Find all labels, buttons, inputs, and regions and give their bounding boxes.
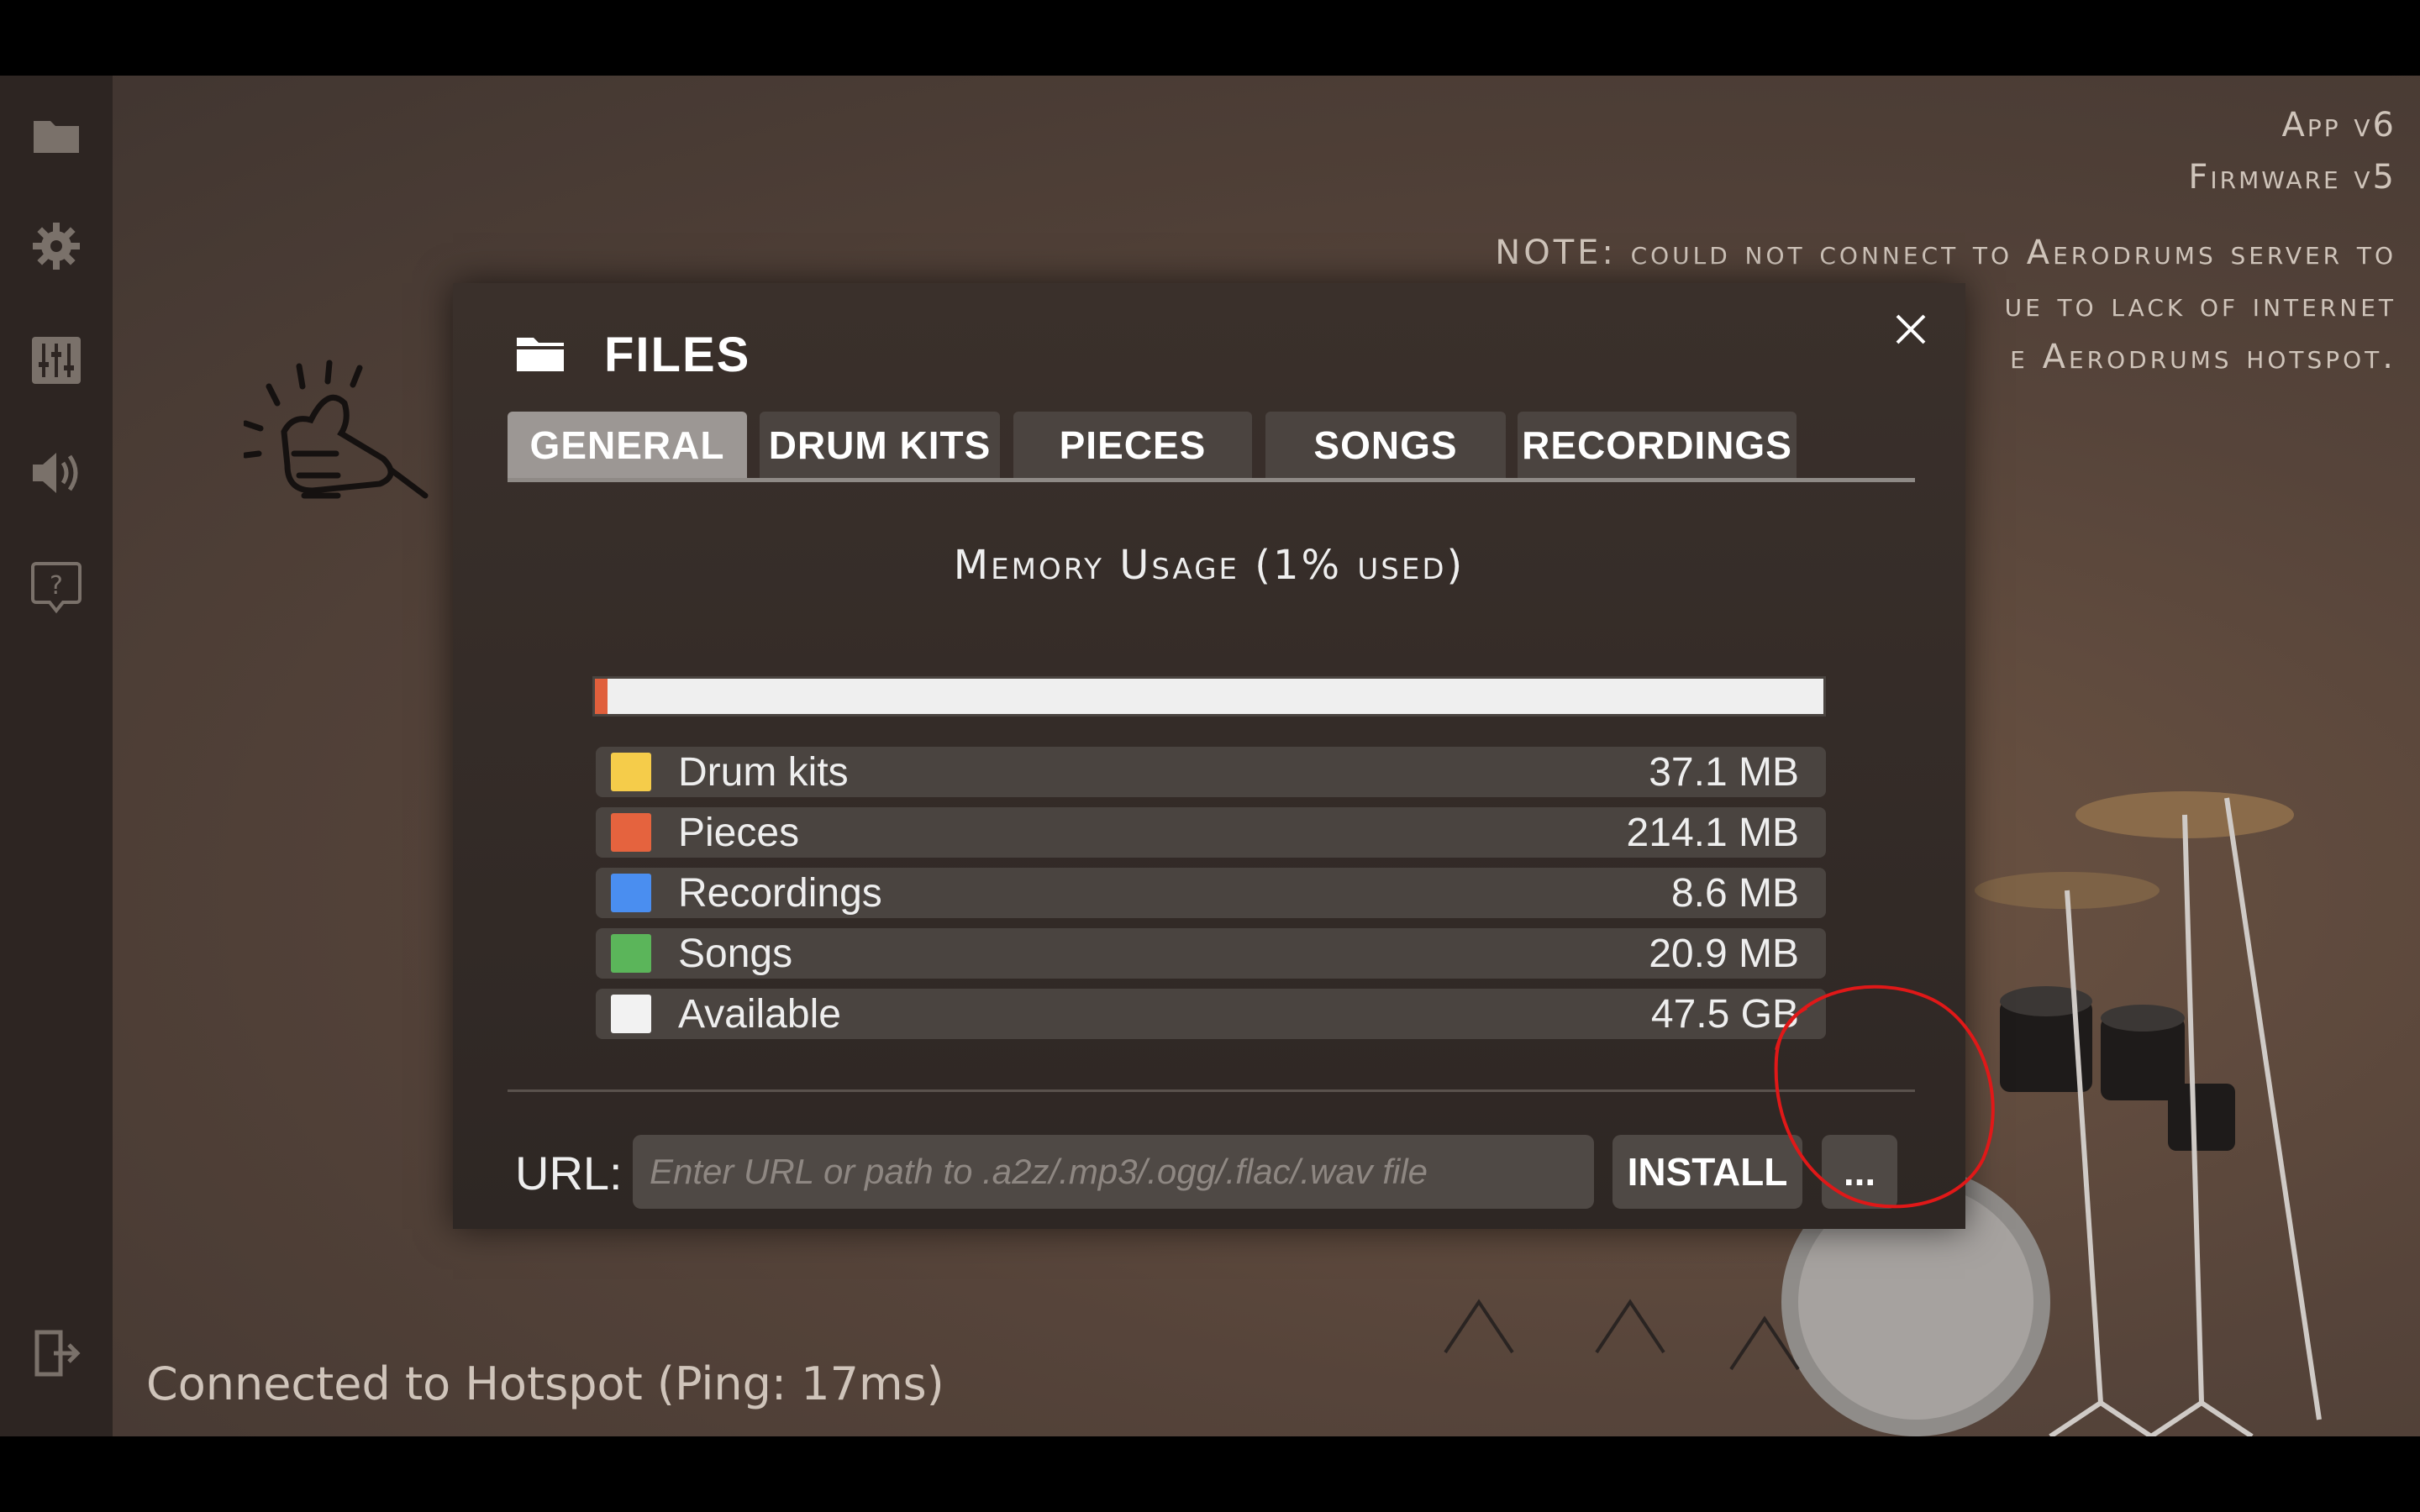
folder-icon [515, 334, 566, 376]
color-swatch [611, 813, 651, 852]
color-swatch [611, 934, 651, 973]
memory-row-value: 214.1 MB [1626, 810, 1799, 855]
memory-row-songs: Songs 20.9 MB [596, 928, 1826, 979]
memory-usage-fill [595, 679, 608, 714]
firmware-version: Firmware v5 [2188, 158, 2396, 197]
annotation-circle [1765, 974, 2017, 1230]
url-label: URL: [515, 1147, 623, 1200]
letterbox-bottom [0, 1436, 2420, 1512]
dialog-header: FILES [515, 327, 750, 383]
gear-icon[interactable] [29, 218, 84, 274]
memory-row-label: Drum kits [678, 749, 849, 795]
thumbs-up-illustration [242, 344, 445, 533]
connection-status: Connected to Hotspot (Ping: 17ms) [146, 1357, 944, 1410]
tab-pieces[interactable]: PIECES [1013, 412, 1252, 478]
tab-drum-kits[interactable]: DRUM KITS [760, 412, 1000, 478]
note-line: NOTE: could not connect to Aerodrums ser… [1495, 234, 2396, 272]
app-version: App v6 [2281, 106, 2396, 144]
tab-bar: GENERAL DRUM KITS PIECES SONGS RECORDING… [508, 412, 1915, 482]
memory-row-value: 20.9 MB [1649, 931, 1799, 976]
divider [508, 1089, 1915, 1092]
memory-row-value: 37.1 MB [1649, 749, 1799, 795]
url-input[interactable] [633, 1135, 1594, 1209]
files-dialog: FILES GENERAL DRUM KITS PIECES SONGS REC… [453, 283, 1965, 1229]
memory-usage-title: Memory Usage (1% used) [953, 542, 1465, 589]
folder-icon[interactable] [29, 108, 84, 163]
sidebar: ? [0, 76, 113, 1436]
help-icon[interactable]: ? [29, 559, 84, 615]
close-button[interactable] [1881, 300, 1940, 359]
color-swatch [611, 874, 651, 912]
memory-row-label: Recordings [678, 870, 882, 916]
memory-row-value: 8.6 MB [1670, 870, 1799, 916]
svg-text:?: ? [50, 571, 63, 601]
memory-row-label: Available [678, 991, 841, 1037]
mixer-icon[interactable] [29, 333, 84, 388]
version-info: App v6 Firmware v5 [2188, 99, 2396, 203]
exit-icon[interactable] [29, 1326, 84, 1381]
letterbox-top [0, 0, 2420, 76]
tab-general[interactable]: GENERAL [508, 412, 747, 478]
memory-row-recordings: Recordings 8.6 MB [596, 868, 1826, 918]
memory-row-drum-kits: Drum kits 37.1 MB [596, 747, 1826, 797]
tab-songs[interactable]: SONGS [1265, 412, 1506, 478]
memory-row-pieces: Pieces 214.1 MB [596, 807, 1826, 858]
memory-row-label: Pieces [678, 810, 800, 855]
color-swatch [611, 753, 651, 791]
memory-row-label: Songs [678, 931, 793, 976]
speaker-icon[interactable] [29, 445, 84, 501]
color-swatch [611, 995, 651, 1033]
memory-row-available: Available 47.5 GB [596, 989, 1826, 1039]
tab-recordings[interactable]: RECORDINGS [1518, 412, 1797, 478]
dialog-title: FILES [604, 328, 751, 382]
memory-usage-bar [592, 676, 1826, 717]
close-icon [1896, 314, 1926, 344]
